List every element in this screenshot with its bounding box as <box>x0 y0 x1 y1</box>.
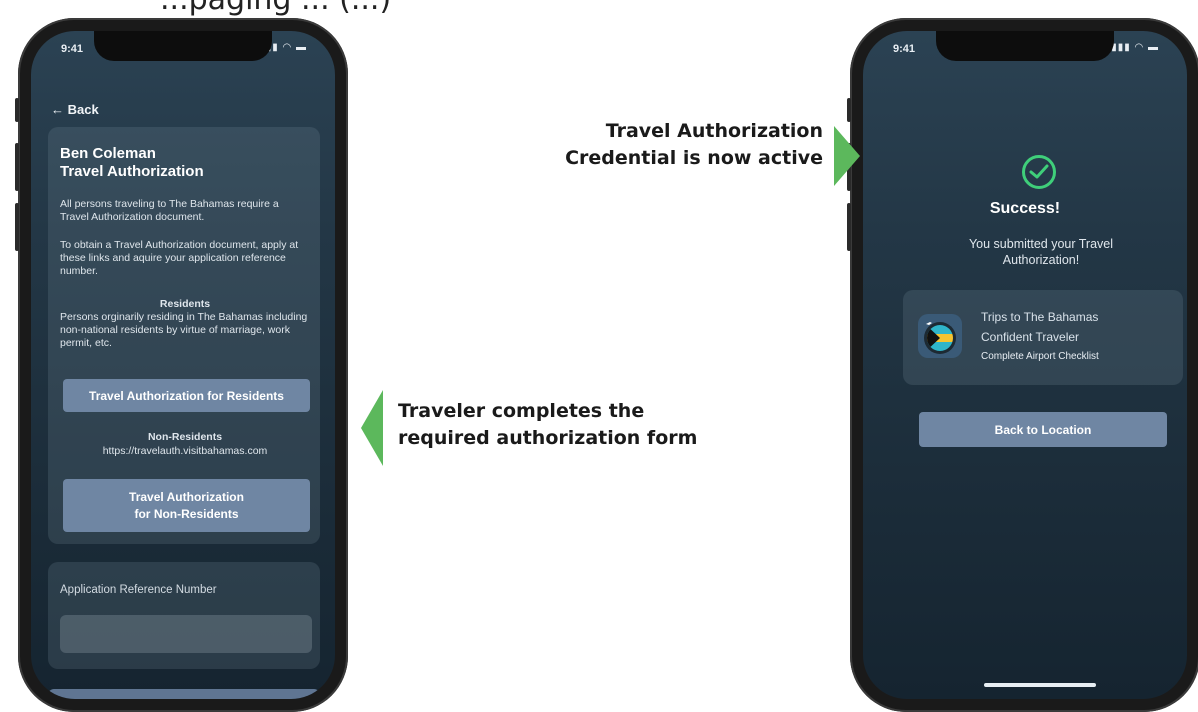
bahamas-flag-icon <box>918 314 962 358</box>
nonresidents-button-line2: for Non-Residents <box>134 506 239 521</box>
volume-down-button <box>847 203 851 251</box>
success-check-icon <box>1022 155 1056 189</box>
left-phone-screen: 9:41 ▮▮▮ ◠ ▬ ← Back Ben Coleman Travel A… <box>31 31 335 699</box>
instructions-paragraph: To obtain a Travel Authorization documen… <box>60 239 299 277</box>
card-title: Travel Authorization <box>60 163 204 180</box>
nonresidents-heading: Non-Residents <box>147 431 223 443</box>
trip-card[interactable]: Trips to The Bahamas Confident Traveler … <box>903 290 1183 385</box>
residents-description: Persons orginarily residing in The Baham… <box>60 311 308 349</box>
success-heading: Success! <box>989 200 1061 217</box>
travel-authorization-residents-button[interactable]: Travel Authorization for Residents <box>63 379 310 412</box>
submitted-message: You submitted your Travel Authorization! <box>968 237 1114 267</box>
trip-subtitle: Confident Traveler <box>981 330 1080 344</box>
left-phone: 9:41 ▮▮▮ ◠ ▬ ← Back Ben Coleman Travel A… <box>15 18 348 712</box>
right-phone-screen: 9:41 ▮▮▮ ◠ ▬ Success! You submitted your… <box>863 31 1187 699</box>
arrow-left-icon <box>361 390 383 466</box>
nonresidents-button-line1: Travel Authorization <box>129 489 244 504</box>
back-link[interactable]: ← Back <box>51 102 99 117</box>
reference-number-card: Application Reference Number <box>48 562 320 669</box>
callout-line: required authorization form <box>398 427 698 449</box>
traveler-name: Ben Coleman <box>60 145 156 162</box>
reference-number-input[interactable] <box>60 615 312 653</box>
right-phone: 9:41 ▮▮▮ ◠ ▬ Success! You submitted your… <box>847 18 1198 712</box>
phone-notch <box>94 31 272 61</box>
travel-authorization-card: Ben Coleman Travel Authorization All per… <box>48 127 320 544</box>
phone-notch <box>936 31 1114 61</box>
status-icons: ▮▮▮ ◠ ▬ <box>1111 42 1159 53</box>
trip-checklist: Complete Airport Checklist <box>981 351 1099 362</box>
nonresidents-url[interactable]: https://travelauth.visitbahamas.com <box>60 445 310 458</box>
back-to-location-button[interactable]: Back to Location <box>919 412 1167 447</box>
residents-heading: Residents <box>159 298 211 310</box>
intro-paragraph: All persons traveling to The Bahamas req… <box>60 198 279 223</box>
mute-switch <box>847 98 851 122</box>
home-indicator <box>984 683 1096 687</box>
submit-button-partial[interactable] <box>48 689 320 699</box>
volume-down-button <box>15 203 19 251</box>
form-completion-callout: Traveler completes the required authoriz… <box>398 398 728 452</box>
volume-up-button <box>15 143 19 191</box>
arrow-right-icon <box>834 126 860 186</box>
status-time: 9:41 <box>893 43 916 55</box>
callout-line: Traveler completes the <box>398 400 645 422</box>
callout-line: Travel Authorization <box>605 120 823 142</box>
mute-switch <box>15 98 19 122</box>
credential-active-callout: Travel Authorization Credential is now a… <box>553 118 823 172</box>
trip-title: Trips to The Bahamas <box>981 310 1099 324</box>
reference-number-label: Application Reference Number <box>60 584 217 596</box>
top-caption-fragment: ...paging ... (...) <box>160 0 960 17</box>
status-time: 9:41 <box>61 43 84 55</box>
callout-line: Credential is now active <box>565 147 823 169</box>
card-header: Ben Coleman Travel Authorization <box>60 145 204 181</box>
travel-authorization-nonresidents-button[interactable]: Travel Authorization for Non-Residents <box>63 479 310 532</box>
